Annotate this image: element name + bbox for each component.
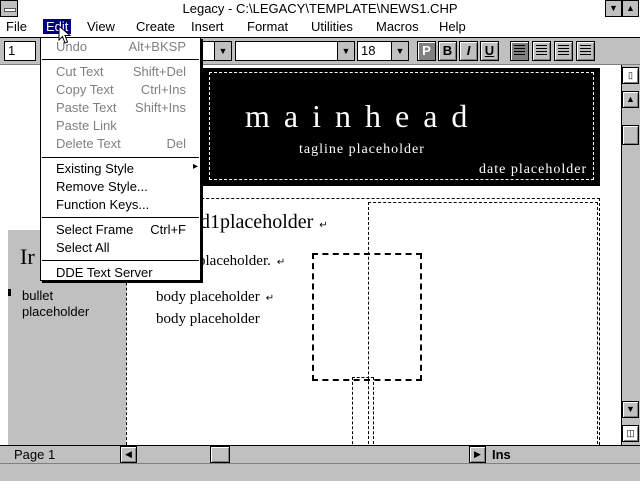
window-title: Legacy - C:\LEGACY\TEMPLATE\NEWS1.CHP (182, 1, 458, 16)
menu-separator (42, 217, 199, 218)
bottom-strip (0, 463, 640, 481)
menu-item-paste-text[interactable]: Paste Text (56, 100, 116, 115)
page-combo-value: 1 (8, 43, 16, 58)
dropdown-arrow-icon[interactable]: ▼ (214, 42, 231, 60)
align-center-button[interactable] (532, 41, 551, 61)
title-bar: Legacy - C:\LEGACY\TEMPLATE\NEWS1.CHP ▼ … (0, 0, 640, 19)
menu-item-delete-text[interactable]: Delete Text (56, 136, 121, 151)
menu-item-paste-link[interactable]: Paste Link (56, 118, 117, 133)
vertical-scrollbar[interactable]: ▯ ▲ ▼ ◫ (621, 65, 640, 445)
style-combo[interactable]: ▼ (200, 41, 232, 61)
page-indicator: Page 1 (14, 447, 56, 462)
menu-file[interactable]: File (3, 19, 30, 34)
font-combo[interactable]: ▼ (235, 41, 355, 61)
bullet-text: bullet placeholder (22, 288, 90, 319)
head1-paragraph: placeholder. ↵ (198, 253, 286, 269)
align-center-icon (536, 45, 547, 57)
align-justify-icon (580, 45, 591, 57)
page-combo[interactable]: 1 (4, 41, 36, 61)
menu-format[interactable]: Format (244, 19, 291, 34)
scroll-right-icon[interactable]: ▶ (469, 446, 486, 463)
menu-separator (42, 157, 199, 158)
head1-text: d1placeholder ↵ (200, 211, 328, 233)
maximize-icon[interactable]: ▲ (622, 0, 639, 17)
scroll-left-icon[interactable]: ◀ (120, 446, 137, 463)
menu-bar: File Edit View Create Insert Format Util… (0, 18, 640, 38)
align-left-button[interactable] (510, 41, 529, 61)
menu-shortcut-cut: Shift+Del (132, 64, 186, 79)
menu-item-function-keys[interactable]: Function Keys... (56, 197, 149, 212)
submenu-arrow-icon: ▸ (192, 161, 198, 172)
tagline-text: tagline placeholder (299, 142, 425, 157)
body-text-2: body placeholder (156, 311, 260, 327)
align-right-icon (558, 45, 569, 57)
align-right-button[interactable] (554, 41, 573, 61)
edit-menu-dropdown: Undo Alt+BKSP Cut Text Shift+Del Copy Te… (40, 37, 201, 281)
mouse-pointer-icon (58, 25, 72, 44)
horizontal-scroll-track[interactable] (137, 446, 469, 463)
insert-mode-indicator: Ins (492, 447, 511, 462)
scroll-up-icon[interactable]: ▲ (622, 91, 639, 108)
menu-item-existing-style[interactable]: Existing Style (56, 161, 134, 176)
dropdown-arrow-icon[interactable]: ▼ (391, 42, 408, 60)
body-text-1: body placeholder ↵ (156, 289, 275, 305)
menu-insert[interactable]: Insert (188, 19, 227, 34)
menu-shortcut-delete: Del (166, 136, 186, 151)
menu-item-cut-text[interactable]: Cut Text (56, 64, 103, 79)
sidebar-heading: Ir (20, 244, 35, 269)
menu-help[interactable]: Help (436, 19, 469, 34)
minimize-icon[interactable]: ▼ (605, 0, 622, 17)
masthead-frame[interactable]: mainhead tagline placeholder date placeh… (203, 68, 600, 186)
bullet-icon (8, 289, 11, 296)
menu-item-remove-style[interactable]: Remove Style... (56, 179, 148, 194)
menu-item-select-all[interactable]: Select All (56, 240, 109, 255)
page-corner-icon[interactable]: ◫ (622, 425, 639, 442)
horizontal-scroll-thumb[interactable] (210, 446, 230, 463)
menu-utilities[interactable]: Utilities (308, 19, 356, 34)
menu-shortcut-undo: Alt+BKSP (128, 39, 186, 54)
menu-item-copy-text[interactable]: Copy Text (56, 82, 114, 97)
align-left-icon (514, 45, 525, 57)
menu-macros[interactable]: Macros (373, 19, 422, 34)
picture-frame[interactable] (312, 253, 422, 381)
size-combo-value: 18 (361, 43, 376, 58)
menu-shortcut-copy: Ctrl+Ins (140, 82, 186, 97)
picture-frame-anchor (352, 377, 374, 445)
align-justify-button[interactable] (576, 41, 595, 61)
scroll-thumb[interactable] (622, 125, 639, 145)
menu-item-select-frame[interactable]: Select Frame (56, 222, 133, 237)
scroll-down-icon[interactable]: ▼ (622, 401, 639, 418)
dropdown-arrow-icon[interactable]: ▼ (337, 42, 354, 60)
menu-separator (42, 59, 199, 60)
menu-item-dde-text-server[interactable]: DDE Text Server (56, 265, 153, 280)
menu-shortcut-select-frame: Ctrl+F (150, 222, 186, 237)
italic-button[interactable]: I (459, 41, 478, 61)
mainhead-text: mainhead (245, 98, 482, 134)
date-text: date placeholder (479, 162, 588, 177)
menu-view[interactable]: View (84, 19, 118, 34)
bold-button[interactable]: B (438, 41, 457, 61)
status-bar: Page 1 ◀ ▶ Ins (0, 445, 640, 464)
underline-button[interactable]: U (480, 41, 499, 61)
plain-button[interactable]: P (417, 41, 436, 61)
size-combo[interactable]: 18 ▼ (357, 41, 409, 61)
menu-shortcut-paste: Shift+Ins (135, 100, 186, 115)
page-icon[interactable]: ▯ (622, 67, 639, 84)
menu-create[interactable]: Create (133, 19, 178, 34)
menu-separator (42, 260, 199, 261)
